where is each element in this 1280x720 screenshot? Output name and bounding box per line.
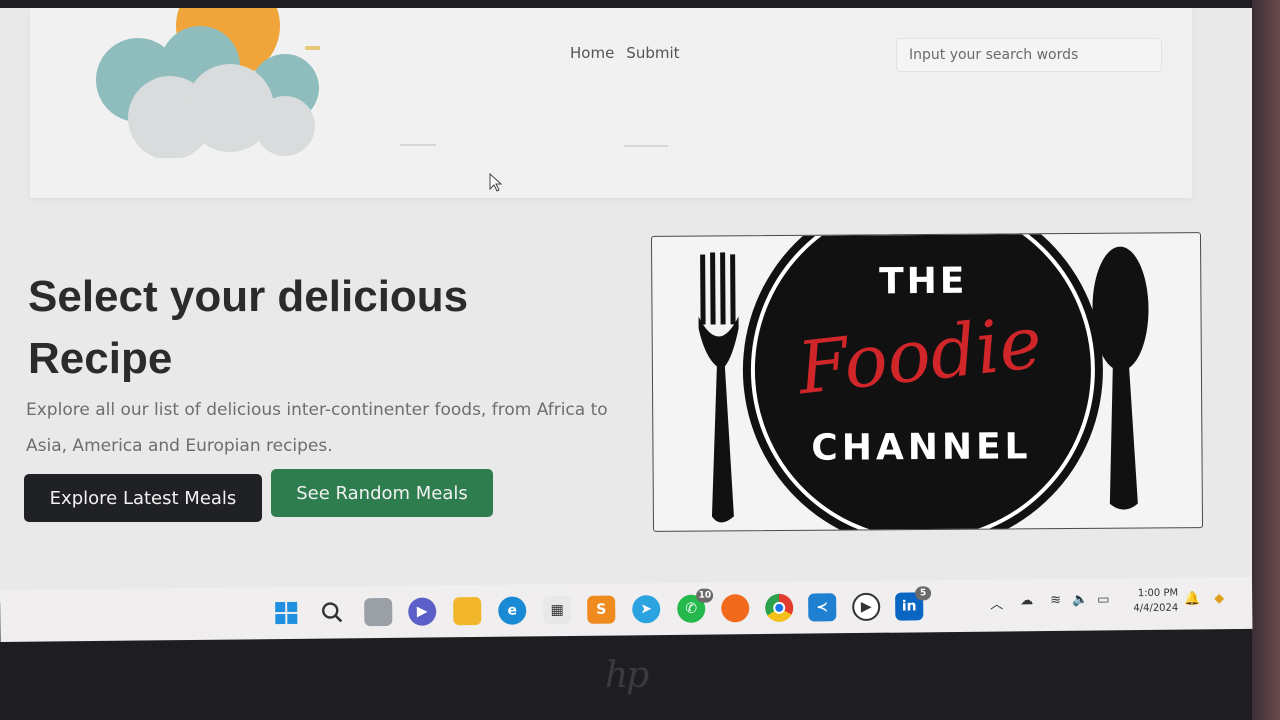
whatsapp-icon[interactable]: ✆ 10 — [677, 588, 714, 623]
telegram-icon[interactable]: ➤ — [632, 595, 661, 624]
hp-logo-icon: hp — [605, 655, 649, 696]
fork-icon — [698, 252, 739, 523]
search-icon[interactable] — [318, 598, 346, 626]
sublime-text-icon[interactable]: S — [587, 595, 616, 624]
foodie-channel-banner: THE Foodie CHANNEL — [650, 232, 1204, 532]
explore-latest-meals-button[interactable]: Explore Latest Meals — [24, 474, 262, 522]
firefox-icon[interactable] — [721, 594, 750, 623]
divider — [624, 145, 668, 147]
windows-start-icon[interactable] — [272, 599, 300, 627]
chrome-icon[interactable] — [765, 593, 794, 622]
see-random-meals-button[interactable]: See Random Meals — [271, 469, 493, 517]
search-input[interactable] — [896, 38, 1162, 72]
banner-the-text: THE — [879, 260, 968, 303]
clock-date: 4/4/2024 — [1133, 602, 1179, 615]
edge-browser-icon[interactable]: e — [498, 596, 527, 625]
store-icon[interactable]: ▦ — [543, 596, 572, 625]
linkedin-icon[interactable]: in 5 — [895, 586, 932, 621]
wifi-icon[interactable]: ≋ — [1050, 593, 1061, 608]
chevron-up-icon[interactable]: ︿ — [990, 593, 1003, 612]
system-clock[interactable]: 1:00 PM 4/4/2024 — [1128, 586, 1178, 617]
nav-submit-link[interactable]: Submit — [626, 44, 679, 62]
meet-icon[interactable]: ▶ — [408, 597, 437, 626]
onedrive-cloud-icon[interactable]: ☁ — [1020, 593, 1033, 608]
battery-icon[interactable]: ▭ — [1097, 592, 1109, 607]
whatsapp-notification-badge: 10 — [696, 588, 714, 603]
hero-description: Explore all our list of delicious inter-… — [26, 400, 608, 456]
widget-icon[interactable]: ◆ — [1214, 591, 1224, 606]
linkedin-notification-badge: 5 — [915, 586, 932, 601]
file-explorer-icon[interactable] — [453, 596, 482, 626]
main-nav: Home Submit — [570, 44, 680, 62]
vscode-icon[interactable]: ≺ — [808, 593, 837, 622]
task-view-icon[interactable] — [364, 597, 393, 627]
nav-home-link[interactable]: Home — [570, 44, 614, 62]
weather-logo-icon — [96, 8, 320, 158]
clock-time: 1:00 PM — [1137, 587, 1179, 600]
notification-bell-icon[interactable]: 🔔 — [1184, 591, 1200, 606]
hero-title: Select your delicious Recipe — [28, 272, 469, 383]
divider — [400, 144, 436, 146]
banner-channel-text: CHANNEL — [811, 426, 1032, 469]
screen-bezel — [1252, 0, 1280, 720]
site-header: Home Submit — [30, 8, 1192, 198]
media-player-icon[interactable]: ▶ — [852, 592, 881, 622]
browser-viewport: Home Submit Select your delicious Recipe… — [0, 8, 1252, 602]
volume-icon[interactable]: 🔈 — [1072, 593, 1088, 608]
mouse-cursor-icon — [489, 173, 503, 192]
linkedin-label: in — [901, 598, 917, 615]
